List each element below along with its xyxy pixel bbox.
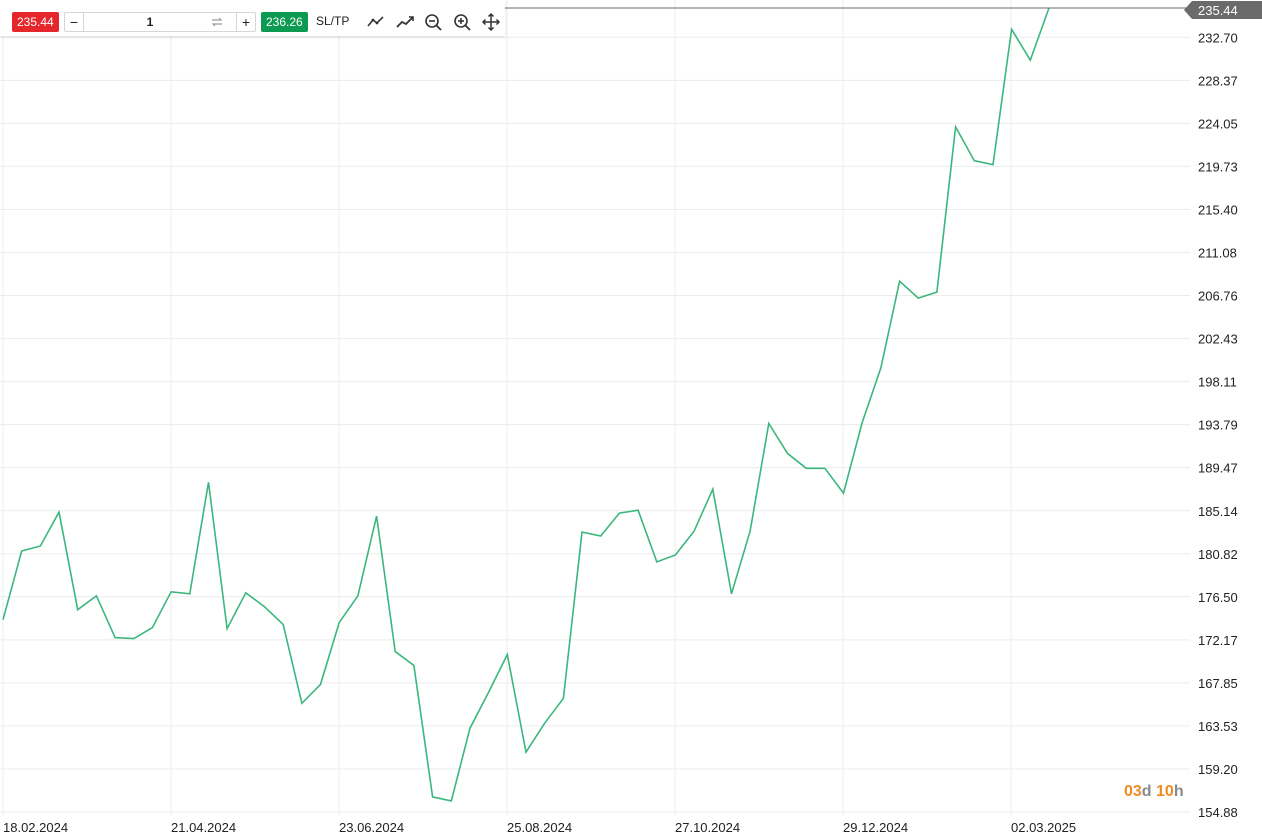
y-tick-label: 206.76 [1198,289,1238,304]
y-tick-label: 211.08 [1198,246,1237,261]
x-tick-label: 29.12.2024 [843,820,908,835]
y-tick-label: 167.85 [1198,676,1238,691]
zoom-out-icon[interactable] [422,11,444,33]
countdown-days: 03 [1124,783,1142,800]
quantity-stepper: − 1 + [64,12,256,32]
price-chart[interactable]: 18.02.2024 21.04.2024 23.06.2024 25.08.2024… [0,0,1262,838]
increase-quantity-button[interactable]: + [236,13,255,31]
y-tick-label: 202.43 [1198,332,1238,347]
decrease-quantity-button[interactable]: − [65,13,84,31]
chart-grid [0,0,1190,816]
y-tick-label: 172.17 [1198,633,1238,648]
session-countdown: 03d 10h [1124,783,1184,801]
y-tick-label: 154.88 [1198,805,1238,820]
buy-price-button[interactable]: 236.26 [261,12,308,32]
y-tick-label: 198.11 [1198,375,1237,390]
line-chart-icon[interactable] [365,11,387,33]
swap-icon[interactable] [210,15,224,29]
countdown-hours-unit: h [1173,783,1184,800]
countdown-hours: 10 [1156,783,1174,800]
x-axis-ticks: 18.02.2024 21.04.2024 23.06.2024 25.08.2024… [3,820,1076,835]
y-tick-label: 219.73 [1198,159,1238,174]
y-tick-label: 228.37 [1198,73,1238,88]
pan-move-icon[interactable] [480,11,502,33]
trade-toolbar: 235.44 − 1 + 236.26 SL/TP [0,0,505,36]
y-tick-label: 215.40 [1198,203,1238,218]
quantity-input[interactable]: 1 [125,13,175,31]
y-tick-label: 224.05 [1198,116,1238,131]
y-tick-label: 176.50 [1198,590,1238,605]
y-tick-label: 232.70 [1198,30,1238,45]
current-price-tag: 235.44 [1184,1,1262,19]
y-tick-label: 159.20 [1198,762,1238,777]
y-tick-label: 180.82 [1198,547,1238,562]
x-tick-label: 27.10.2024 [675,820,740,835]
x-tick-label: 21.04.2024 [171,820,236,835]
y-tick-label: 189.47 [1198,461,1238,476]
x-tick-label: 02.03.2025 [1011,820,1076,835]
trend-chart-icon[interactable] [394,11,416,33]
y-axis-ticks: 232.70 228.37 224.05 219.73 215.40 211.08 206.… [1198,30,1238,820]
zoom-in-icon[interactable] [451,11,473,33]
y-tick-label: 163.53 [1198,719,1238,734]
sell-price-button[interactable]: 235.44 [12,12,59,32]
x-tick-label: 18.02.2024 [3,820,68,835]
x-tick-label: 25.08.2024 [507,820,572,835]
sl-tp-button[interactable]: SL/TP [316,14,349,28]
x-tick-label: 23.06.2024 [339,820,404,835]
y-tick-label: 193.79 [1198,418,1238,433]
price-line [2,7,1050,802]
current-price-label: 235.44 [1198,3,1238,18]
y-tick-label: 185.14 [1198,504,1238,519]
countdown-days-unit: d [1141,783,1152,800]
